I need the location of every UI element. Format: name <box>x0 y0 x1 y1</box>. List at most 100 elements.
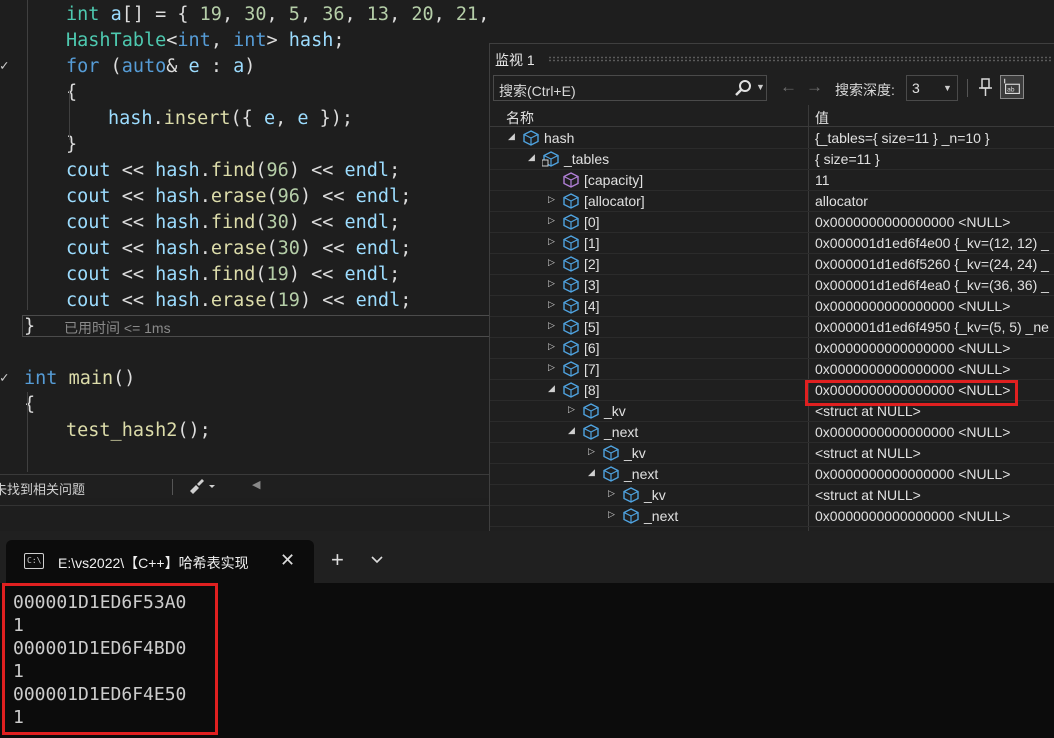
close-icon[interactable]: ✕ <box>280 550 295 571</box>
watch-row[interactable]: ▷ [7] 0x0000000000000000 <NULL> <box>490 359 1054 380</box>
watch-row[interactable]: ▷ [2] 0x000001d1ed6f5260 {_kv=(24, 24) _ <box>490 254 1054 275</box>
watch-row[interactable]: ▷ [6] 0x0000000000000000 <NULL> <box>490 338 1054 359</box>
code-line[interactable]: test_hash2(); <box>66 418 211 444</box>
collapsed-triangle-icon[interactable]: ▷ <box>548 362 555 373</box>
collapsed-triangle-icon[interactable]: ▷ <box>548 257 555 268</box>
code-line[interactable]: cout << hash.find(19) << endl; <box>66 262 400 288</box>
watch-row-name[interactable]: [capacity] <box>584 172 643 188</box>
watch-row-name[interactable]: [3] <box>584 277 600 293</box>
watch-row-name[interactable]: _kv <box>644 487 666 503</box>
watch-row-name[interactable]: [4] <box>584 298 600 314</box>
collapsed-triangle-icon[interactable]: ▷ <box>548 236 555 247</box>
code-line[interactable]: cout << hash.erase(96) << endl; <box>66 184 411 210</box>
watch-row[interactable]: ▷ [5] 0x000001d1ed6f4950 {_kv=(5, 5) _ne <box>490 317 1054 338</box>
watch-row-value[interactable]: 0x0000000000000000 <NULL> <box>815 340 1010 356</box>
chevron-down-icon[interactable]: ▼ <box>943 83 952 93</box>
search-icon[interactable] <box>734 79 752 97</box>
watch-row-value[interactable]: 0x0000000000000000 <NULL> <box>815 298 1010 314</box>
watch-row-value[interactable]: 0x0000000000000000 <NULL> <box>815 214 1010 230</box>
search-forward-arrow-icon[interactable]: → <box>806 77 823 97</box>
watch-row-name[interactable]: [0] <box>584 214 600 230</box>
search-depth-select[interactable]: 3 ▼ <box>906 75 958 101</box>
code-line[interactable]: hash.insert({ e, e }); <box>108 106 353 132</box>
watch-row-name[interactable]: [7] <box>584 361 600 377</box>
watch-row-name[interactable]: _kv <box>604 403 626 419</box>
watch-row[interactable]: ◢ _tables { size=11 } <box>490 149 1054 170</box>
watch-row-value[interactable]: 0x0000000000000000 <NULL> <box>815 361 1010 377</box>
watch-row-value[interactable]: 0x000001d1ed6f4e00 {_kv=(12, 12) _ <box>815 235 1049 251</box>
watch-row[interactable]: ▷ [3] 0x000001d1ed6f4ea0 {_kv=(36, 36) _ <box>490 275 1054 296</box>
watch-row-name[interactable]: [8] <box>584 382 600 398</box>
watch-window-title[interactable]: 监视 1 <box>495 50 535 70</box>
watch-row-value[interactable]: <struct at NULL> <box>815 445 921 461</box>
watch-row-value[interactable]: 0x000001d1ed6f4ea0 {_kv=(36, 36) _ <box>815 277 1049 293</box>
code-cleanup-brush-icon[interactable] <box>186 476 220 496</box>
pin-icon[interactable] <box>975 76 995 98</box>
watch-row-name[interactable]: [5] <box>584 319 600 335</box>
watch-row[interactable]: ▷ [4] 0x0000000000000000 <NULL> <box>490 296 1054 317</box>
watch-row-name[interactable]: _next <box>644 508 678 524</box>
watch-row-name[interactable]: _tables <box>564 151 609 167</box>
code-line[interactable]: { <box>66 80 77 106</box>
watch-row-value[interactable]: 0x000001d1ed6f5260 {_kv=(24, 24) _ <box>815 256 1049 272</box>
watch-row[interactable]: ▷ [1] 0x000001d1ed6f4e00 {_kv=(12, 12) _ <box>490 233 1054 254</box>
watch-row-value[interactable]: <struct at NULL> <box>815 487 921 503</box>
terminal-tab-title[interactable]: E:\vs2022\【C++】哈希表实现 <box>58 553 249 573</box>
watch-row-name[interactable]: [2] <box>584 256 600 272</box>
watch-row-value[interactable]: 0x000001d1ed6f4950 {_kv=(5, 5) _ne <box>815 319 1049 335</box>
collapsed-triangle-icon[interactable]: ▷ <box>548 194 555 205</box>
watch-row[interactable]: ▷ _kv <struct at NULL> <box>490 485 1054 506</box>
scroll-left-icon[interactable]: ◀ <box>252 478 266 494</box>
watch-row-value[interactable]: 0x0000000000000000 <NULL> <box>815 466 1010 482</box>
code-line[interactable]: cout << hash.find(96) << endl; <box>66 158 400 184</box>
collapsed-triangle-icon[interactable]: ▷ <box>548 215 555 226</box>
search-depth-value[interactable]: 3 <box>912 80 920 96</box>
watch-row-value[interactable]: 0x0000000000000000 <NULL> <box>815 424 1010 440</box>
new-tab-button[interactable]: + <box>331 549 344 571</box>
collapsed-triangle-icon[interactable]: ▷ <box>548 299 555 310</box>
watch-row-value[interactable]: { size=11 } <box>815 151 880 167</box>
code-editor[interactable]: int a[] = { 19, 30, 5, 36, 13, 20, 21, 1… <box>0 0 490 474</box>
watch-row[interactable]: ◢ hash {_tables={ size=11 } _n=10 } <box>490 128 1054 149</box>
watch-window[interactable]: 监视 1 搜索(Ctrl+E) ▼ ← → 搜索深度: 3 ▼ ab 名称 值 … <box>489 43 1054 540</box>
issues-status-text[interactable]: 未找到相关问题 <box>0 479 85 498</box>
code-line[interactable]: cout << hash.erase(19) << endl; <box>66 288 411 314</box>
watch-search-placeholder[interactable]: 搜索(Ctrl+E) <box>499 81 576 101</box>
collapsed-triangle-icon[interactable]: ▷ <box>568 404 575 415</box>
hexadecimal-display-icon[interactable]: ab <box>1000 75 1024 99</box>
code-line[interactable]: HashTable<int, int> hash; <box>66 28 345 54</box>
watch-row-name[interactable]: [1] <box>584 235 600 251</box>
terminal-window[interactable]: C:\ E:\vs2022\【C++】哈希表实现 ✕ + 000001D1ED6… <box>0 531 1054 738</box>
watch-row[interactable]: [capacity] 11 <box>490 170 1054 191</box>
search-back-arrow-icon[interactable]: ← <box>780 77 797 97</box>
watch-row-value[interactable]: {_tables={ size=11 } _n=10 } <box>815 130 990 146</box>
code-line[interactable]: cout << hash.erase(30) << endl; <box>66 236 411 262</box>
watch-row-value[interactable]: 0x0000000000000000 <NULL> <box>815 508 1010 524</box>
code-line[interactable]: int a[] = { 19, 30, 5, 36, 13, 20, 21, 1… <box>66 2 490 28</box>
code-line[interactable]: int main() <box>24 366 135 392</box>
watch-row[interactable]: ▷ _kv <struct at NULL> <box>490 443 1054 464</box>
watch-row-name[interactable]: _next <box>624 466 658 482</box>
watch-row[interactable]: ▷ _next 0x0000000000000000 <NULL> <box>490 506 1054 527</box>
column-header-value[interactable]: 值 <box>815 108 829 128</box>
collapsed-triangle-icon[interactable]: ▷ <box>588 446 595 457</box>
column-header-name[interactable]: 名称 <box>506 108 534 128</box>
code-line[interactable]: } <box>66 132 77 158</box>
collapsed-triangle-icon[interactable]: ▷ <box>548 341 555 352</box>
expanded-triangle-icon[interactable]: ◢ <box>568 425 575 436</box>
watch-row-name[interactable]: [6] <box>584 340 600 356</box>
watch-row-value[interactable]: 11 <box>815 172 830 188</box>
watch-row[interactable]: ▷ [allocator] allocator <box>490 191 1054 212</box>
collapsed-triangle-icon[interactable]: ▷ <box>608 509 615 520</box>
watch-search-box[interactable]: 搜索(Ctrl+E) ▼ <box>493 75 767 101</box>
code-line[interactable]: { <box>24 392 35 418</box>
expanded-triangle-icon[interactable]: ◢ <box>508 131 515 142</box>
watch-row-name[interactable]: _next <box>604 424 638 440</box>
code-line[interactable]: cout << hash.find(30) << endl; <box>66 210 400 236</box>
search-options-chevron-down-icon[interactable]: ▼ <box>756 82 765 92</box>
watch-drag-grip[interactable] <box>548 56 1053 62</box>
expanded-triangle-icon[interactable]: ◢ <box>588 467 595 478</box>
collapsed-triangle-icon[interactable]: ▷ <box>548 278 555 289</box>
watch-row-name[interactable]: [allocator] <box>584 193 645 209</box>
watch-row-name[interactable]: _kv <box>624 445 646 461</box>
